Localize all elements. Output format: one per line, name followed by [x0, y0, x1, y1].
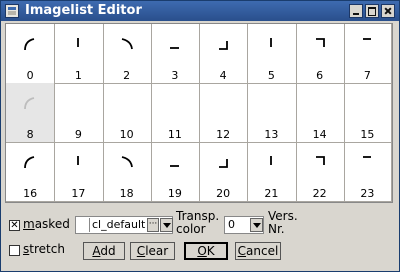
image-index-label: 15 [360, 128, 375, 141]
image-cell[interactable]: 19 [150, 142, 200, 202]
image-cell[interactable]: 11 [150, 83, 200, 143]
image-glyph-icon [103, 36, 151, 56]
image-glyph-icon [151, 154, 199, 174]
image-index-label: 21 [264, 187, 279, 200]
image-index-label: 1 [74, 69, 82, 82]
image-cell[interactable]: 7 [343, 24, 392, 84]
image-glyph-icon [54, 154, 102, 174]
image-index-label: 20 [216, 187, 231, 200]
image-index-label: 2 [123, 69, 131, 82]
image-cell[interactable]: 21 [247, 142, 297, 202]
image-index-label: 23 [360, 187, 375, 200]
image-cell[interactable]: 13 [247, 83, 297, 143]
image-cell[interactable]: 9 [54, 83, 104, 143]
image-index-label: 22 [312, 187, 327, 200]
image-index-label: 0 [26, 69, 34, 82]
image-index-label: 4 [219, 69, 227, 82]
image-index-label: 19 [167, 187, 182, 200]
image-glyph-icon [151, 36, 199, 56]
masked-checkbox[interactable]: ✕ [9, 220, 20, 231]
window-icon[interactable] [5, 4, 19, 18]
image-cell[interactable]: 0 [6, 24, 56, 84]
image-index-label: 6 [316, 69, 324, 82]
version-select[interactable]: 0 [224, 216, 264, 234]
image-index-label: 10 [119, 128, 134, 141]
window-title: Imagelist Editor [25, 3, 142, 18]
image-cell[interactable]: 4 [199, 24, 249, 84]
image-glyph-icon [344, 36, 391, 56]
image-cell[interactable]: 5 [247, 24, 297, 84]
image-glyph-icon [296, 36, 344, 56]
image-glyph-icon [6, 95, 54, 115]
masked-label: masked [23, 217, 70, 231]
image-index-label: 16 [23, 187, 38, 200]
stretch-label: stretch [23, 242, 65, 256]
image-index-label: 8 [26, 128, 34, 141]
version-value: 0 [228, 218, 235, 231]
close-icon[interactable] [381, 4, 395, 18]
image-cell[interactable]: 20 [199, 142, 249, 202]
image-index-label: 12 [216, 128, 231, 141]
ok-button[interactable]: OK [184, 242, 228, 260]
image-glyph-icon [199, 154, 247, 174]
chevron-down-icon[interactable] [160, 218, 173, 232]
image-cell[interactable]: 10 [102, 83, 152, 143]
minimize-icon[interactable] [349, 4, 363, 18]
title-bar: Imagelist Editor [1, 1, 399, 21]
imagelist-editor-window: Imagelist Editor 0 1 2 3 4 5 6 7 8 9 10 11 12 13 14 15 1… [0, 0, 400, 272]
image-index-label: 7 [363, 69, 371, 82]
cancel-button[interactable]: Cancel [235, 242, 281, 260]
maximize-icon[interactable] [365, 4, 379, 18]
transp-color-select[interactable]: cl_default ··· [75, 216, 173, 234]
image-index-label: 5 [267, 69, 275, 82]
image-cell[interactable]: 18 [102, 142, 152, 202]
image-index-label: 3 [171, 69, 179, 82]
image-cell[interactable]: 2 [102, 24, 152, 84]
image-cell[interactable]: 15 [343, 83, 392, 143]
image-index-label: 18 [119, 187, 134, 200]
clear-button[interactable]: Clear [130, 242, 175, 260]
image-glyph-icon [344, 154, 391, 174]
color-swatch-icon [77, 218, 90, 232]
image-glyph-icon [199, 36, 247, 56]
transp-color-label: Transp. color [176, 209, 220, 236]
image-index-label: 13 [264, 128, 279, 141]
chevron-down-icon[interactable] [250, 218, 263, 232]
checkmark-icon: ✕ [10, 220, 19, 231]
image-index-label: 14 [312, 128, 327, 141]
image-cell[interactable]: 6 [295, 24, 345, 84]
image-glyph-icon [296, 154, 344, 174]
image-glyph-icon [247, 154, 295, 174]
image-cell[interactable]: 16 [6, 142, 56, 202]
image-cell[interactable]: 17 [54, 142, 104, 202]
image-cell[interactable]: 22 [295, 142, 345, 202]
color-picker-button[interactable]: ··· [147, 218, 159, 232]
image-cell[interactable]: 12 [199, 83, 249, 143]
image-glyph-icon [103, 154, 151, 174]
image-glyph-icon [6, 154, 54, 174]
image-cell[interactable]: 8 [6, 83, 56, 143]
image-glyph-icon [54, 36, 102, 56]
transp-color-value: cl_default [92, 218, 146, 231]
image-index-label: 9 [74, 128, 82, 141]
image-cell[interactable]: 1 [54, 24, 104, 84]
image-index-label: 11 [167, 128, 182, 141]
image-glyph-icon [6, 36, 54, 56]
stretch-checkbox[interactable] [9, 245, 20, 256]
image-cell[interactable]: 14 [295, 83, 345, 143]
image-cell[interactable]: 3 [150, 24, 200, 84]
add-button[interactable]: Add [83, 242, 125, 260]
image-cell[interactable]: 23 [343, 142, 392, 202]
image-grid[interactable]: 0 1 2 3 4 5 6 7 8 9 10 11 12 13 14 15 16 17 18 19 20 21 22 23 [5, 23, 393, 203]
version-label: Vers. Nr. [268, 209, 298, 236]
image-index-label: 17 [71, 187, 86, 200]
image-glyph-icon [247, 36, 295, 56]
